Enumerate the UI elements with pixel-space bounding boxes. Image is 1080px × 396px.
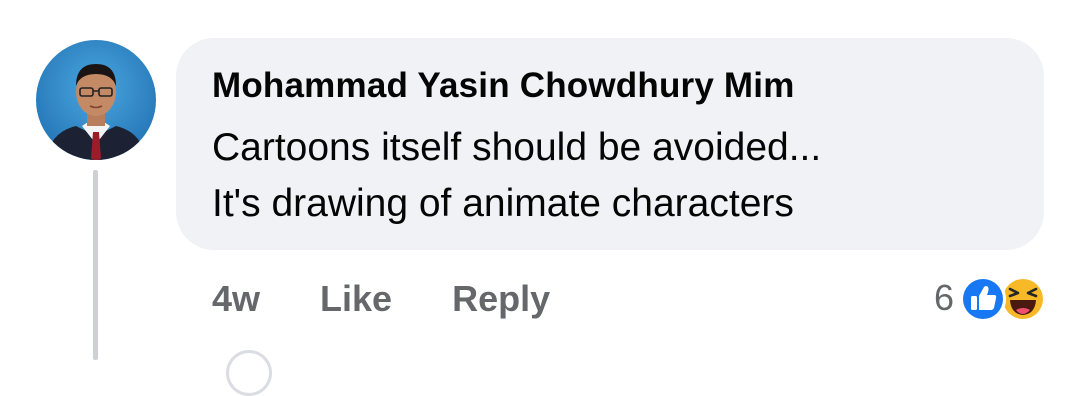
like-icon bbox=[960, 276, 1006, 322]
avatar-photo bbox=[36, 40, 156, 160]
comment-timestamp[interactable]: 4w bbox=[212, 278, 260, 320]
reaction-icons bbox=[958, 272, 1050, 324]
avatar[interactable] bbox=[36, 40, 156, 160]
comment-body: Cartoons itself should be avoided... It'… bbox=[212, 120, 821, 232]
comment-author[interactable]: Mohammad Yasin Chowdhury Mim bbox=[212, 66, 795, 106]
reply-avatar-partial bbox=[226, 350, 272, 396]
like-button[interactable]: Like bbox=[320, 278, 392, 320]
comment-bubble[interactable]: Mohammad Yasin Chowdhury Mim Cartoons it… bbox=[176, 38, 1044, 250]
reply-thread-line bbox=[93, 170, 98, 360]
comment-body-line: It's drawing of animate characters bbox=[212, 182, 794, 225]
comment-actions: 4w Like Reply bbox=[212, 274, 550, 324]
reactions-summary[interactable]: 6 bbox=[934, 270, 1050, 326]
reply-button[interactable]: Reply bbox=[452, 278, 550, 320]
reaction-count: 6 bbox=[933, 277, 954, 318]
comment-body-line: Cartoons itself should be avoided... bbox=[212, 126, 822, 169]
